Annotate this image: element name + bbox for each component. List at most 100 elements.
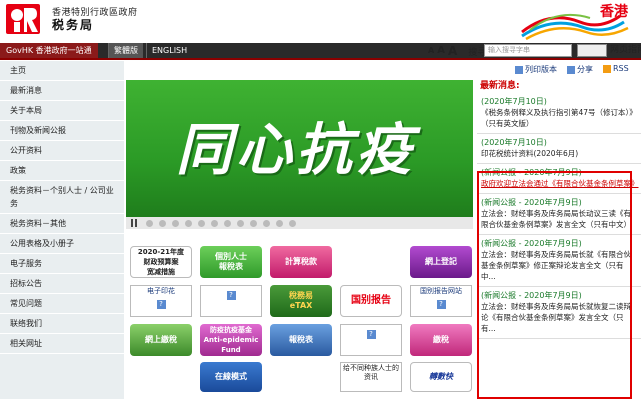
news-date: (2020年7月10日): [481, 138, 547, 147]
dept-name: 税务局: [52, 18, 95, 32]
news-link[interactable]: 立法会：财经事务及库务局局长就《有限合伙基金条例草案》修正案辩论发言全文（只有中…: [481, 249, 638, 282]
pay-tax-label: 繳稅: [433, 335, 449, 344]
hero-banner[interactable]: 同心抗疫: [126, 80, 473, 217]
sidebar-menu-item[interactable]: 常见问题: [0, 294, 124, 314]
share-link[interactable]: 分享: [567, 64, 593, 75]
cbc-tile[interactable]: 国别报告: [340, 285, 402, 317]
print-link[interactable]: 列印版本: [515, 64, 557, 75]
sidebar-menu-item[interactable]: 电子服务: [0, 254, 124, 274]
paper-return-tile[interactable]: 報稅表: [270, 324, 332, 356]
carousel-dot[interactable]: [289, 220, 296, 227]
sidebar-menu-item[interactable]: 主页: [0, 61, 124, 81]
online-register-tile[interactable]: 網上登記: [410, 246, 472, 278]
non-resident-label: 给不同种族人士的资讯: [343, 364, 399, 381]
sidebar-menu-item[interactable]: 关于本局: [0, 101, 124, 121]
carousel-dot[interactable]: [185, 220, 192, 227]
e-stamp-tile[interactable]: 电子印花 ?: [130, 285, 192, 317]
etax-tile[interactable]: 稅務易 eTAX: [270, 285, 332, 317]
cbc-portal-tile[interactable]: 国别报告网站 ?: [410, 285, 472, 317]
news-link[interactable]: 政府欢迎立法会通过《有限合伙基金条例草案》: [481, 178, 639, 189]
non-resident-tile[interactable]: 给不同种族人士的资讯: [340, 362, 402, 392]
carousel-dot[interactable]: [198, 220, 205, 227]
news-item: (新闻公报 - 2020年7月9日) 立法会：财经事务及库务局局长就《有限合伙基金…: [477, 235, 641, 287]
news-link[interactable]: 立法会：财经事务及库务局局长就恢复二读辩论《有限合伙基金条例草案》发言全文（只有…: [481, 301, 638, 334]
tax-calculator-label: 計算稅款: [285, 257, 317, 266]
antiepidemic-tile[interactable]: 防疫抗疫基金 Anti-epidemic Fund: [200, 324, 262, 356]
news-date: (新闻公报 - 2020年7月9日): [481, 198, 582, 207]
tax-calculator-tile[interactable]: 計算稅款: [270, 246, 332, 278]
carousel-dot[interactable]: [250, 220, 257, 227]
sidebar-menu-item[interactable]: 联络我们: [0, 314, 124, 334]
rss-link[interactable]: RSS: [603, 64, 629, 75]
print-icon: [515, 65, 523, 74]
e-stamp-label: 电子印花: [147, 287, 175, 295]
cbc-label: 国别报告: [351, 295, 391, 306]
carousel-dot[interactable]: [159, 220, 166, 227]
brand-hk-logo: 香港: [521, 3, 629, 40]
sidebar-menu: 主页 最新消息 关于本局 刊物及新闻公报 公开资料 政策 税务资料－个别人士 / 公司业务税…: [0, 61, 124, 399]
placeholder-tile[interactable]: ?: [340, 324, 402, 356]
ird-logo-icon[interactable]: [6, 4, 40, 34]
share-label: 分享: [577, 65, 593, 74]
sidebar-menu-item[interactable]: 招标公告: [0, 274, 124, 294]
sidebar-menu-item[interactable]: 税务资料－其他: [0, 214, 124, 234]
carousel-dot[interactable]: [224, 220, 231, 227]
govhk-link[interactable]: GovHK 香港政府一站通: [0, 43, 98, 58]
search-input[interactable]: 输入搜寻字串: [484, 44, 572, 57]
carousel-dot[interactable]: [172, 220, 179, 227]
print-label: 列印版本: [525, 65, 557, 74]
news-date: (2020年7月10日): [481, 97, 547, 106]
broken-image-icon: ?: [366, 330, 376, 339]
font-medium-button[interactable]: A: [437, 44, 445, 58]
news-link[interactable]: 印花税统计资料(2020年6月): [481, 148, 638, 159]
brand-text: 香港: [599, 3, 629, 20]
search-button[interactable]: [577, 44, 607, 57]
font-small-button[interactable]: A: [428, 44, 434, 58]
individual-return-label: 個別人士 報稅表: [215, 252, 247, 271]
budget-tile[interactable]: 2020-21年度 财政预算案 宽减措施: [130, 246, 192, 278]
news-header: 最新消息:: [480, 81, 520, 91]
news-link[interactable]: 立法会：财经事务及库务局局长动议三读《有限合伙基金条例草案》发言全文（只有中文）: [481, 208, 638, 230]
sidebar-menu-item[interactable]: 最新消息: [0, 81, 124, 101]
news-date: (新闻公报 - 2020年7月9日): [481, 168, 582, 177]
broken-image-icon: ?: [436, 300, 446, 309]
rss-icon: [603, 64, 611, 73]
news-item: (新闻公报 - 2020年7月9日) 立法会：财经事务及库务局局长动议三读《有限合…: [477, 194, 641, 235]
news-link[interactable]: 《税务条例释义及执行指引第47号（修订本）》（只有英文版）: [481, 107, 638, 129]
placeholder-tile[interactable]: ?: [200, 285, 262, 317]
ep-online-label: 在線模式: [215, 372, 247, 381]
rss-label: RSS: [613, 64, 629, 73]
ep-online-tile[interactable]: 在線模式: [200, 362, 262, 392]
individual-return-tile[interactable]: 個別人士 報稅表: [200, 246, 262, 278]
fps-tile[interactable]: 轉數快: [410, 362, 472, 392]
sidebar-menu-item[interactable]: 公开资料: [0, 141, 124, 161]
sidebar-menu-item[interactable]: 刊物及新闻公报: [0, 121, 124, 141]
lang-tc-link[interactable]: 繁體版: [108, 43, 143, 58]
pause-icon[interactable]: [131, 219, 137, 227]
cbc-portal-label: 国别报告网站: [420, 287, 462, 295]
sidebar-menu-item[interactable]: 相关网址: [0, 334, 124, 354]
font-large-button[interactable]: A: [448, 44, 457, 58]
carousel-controls: [126, 217, 473, 229]
carousel-dot[interactable]: [211, 220, 218, 227]
broken-image-icon: ?: [156, 300, 166, 309]
site-header: 香港特別行政區政府 税务局 香港: [0, 0, 641, 43]
page-root: 香港特別行政區政府 税务局 香港 GovHK 香港政府一站通 繁體版 ENGLI…: [0, 0, 641, 399]
pay-tax-tile[interactable]: 繳稅: [410, 324, 472, 356]
news-date: (新闻公报 - 2020年7月9日): [481, 291, 582, 300]
etax-label: 稅務易 eTAX: [289, 291, 313, 310]
antiepidemic-label: 防疫抗疫基金 Anti-epidemic Fund: [203, 326, 259, 354]
carousel-dot[interactable]: [146, 220, 153, 227]
carousel-dot[interactable]: [237, 220, 244, 227]
online-register-label: 網上登記: [425, 257, 457, 266]
lang-en-link[interactable]: ENGLISH: [146, 43, 192, 58]
sidebar-menu-item[interactable]: 政策: [0, 161, 124, 181]
carousel-dot[interactable]: [276, 220, 283, 227]
online-payment-tile[interactable]: 網上繳稅: [130, 324, 192, 356]
sidebar-menu-item[interactable]: 公用表格及小册子: [0, 234, 124, 254]
site-guide-link[interactable]: 网页指南: [610, 44, 641, 57]
online-payment-label: 網上繳稅: [145, 335, 177, 344]
sidebar-menu-item[interactable]: 税务资料－个别人士 / 公司业务: [0, 181, 124, 214]
news-item: (2020年7月10日) 《税务条例释义及执行指引第47号（修订本）》（只有英文版…: [477, 93, 641, 134]
carousel-dot[interactable]: [263, 220, 270, 227]
